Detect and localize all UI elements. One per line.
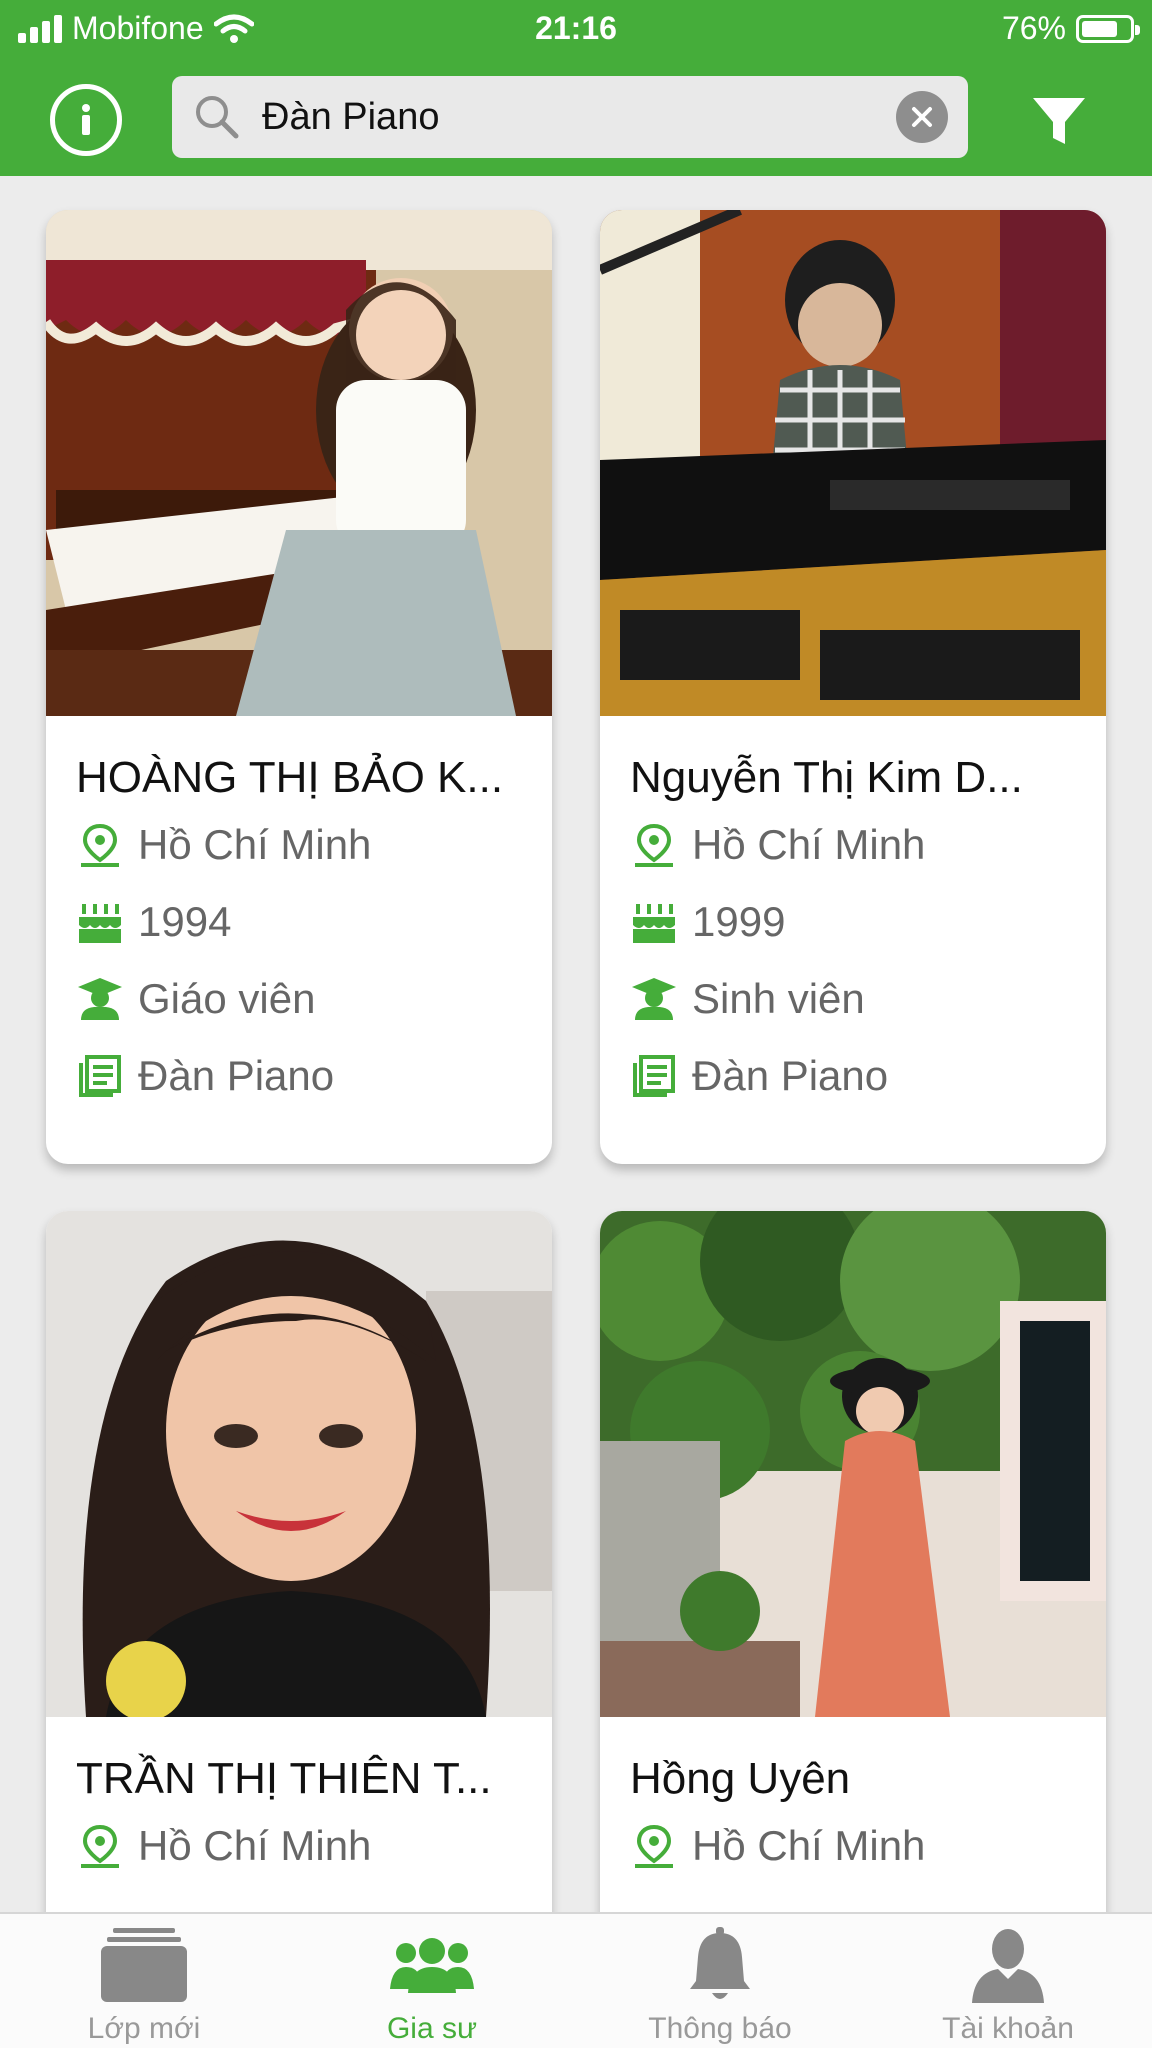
status-bar: Mobifone 21:16 76% (0, 0, 1152, 58)
info-icon (82, 104, 90, 135)
filter-icon (1033, 98, 1085, 144)
tutor-location: Hồ Chí Minh (692, 1821, 926, 1869)
tutor-name: Hồng Uyên (630, 1754, 851, 1803)
tutor-card[interactable]: TRẦN THỊ THIÊN T... Hồ Chí Minh (46, 1211, 552, 1971)
tutor-location: Hồ Chí Minh (138, 1821, 372, 1869)
location-icon (630, 821, 678, 869)
tab-bar: Lớp mới Gia sư Thông báo Tài khoản (0, 1912, 1152, 2048)
search-bar[interactable] (172, 76, 968, 158)
tutor-subject: Đàn Piano (138, 1051, 335, 1099)
tab-label: Tài khoản (942, 2012, 1074, 2045)
tutor-birth-year: 1994 (138, 897, 232, 945)
clear-icon (912, 107, 932, 127)
tutor-name: TRẦN THỊ THIÊN T... (76, 1754, 492, 1803)
tutors-icon (390, 1924, 474, 2006)
clear-search-button[interactable] (896, 91, 948, 143)
tutor-location: Hồ Chí Minh (692, 820, 926, 868)
info-button[interactable] (50, 84, 122, 156)
battery-level (1082, 20, 1117, 37)
tutor-card[interactable]: HOÀNG THỊ BẢO K... Hồ Chí Minh 1994 Giáo… (46, 210, 552, 1164)
cake-icon (630, 898, 678, 946)
subject-icon (76, 1052, 124, 1100)
search-icon (196, 96, 239, 139)
battery-icon (1076, 14, 1140, 43)
location-icon (76, 1822, 124, 1870)
bell-icon (688, 1924, 752, 2006)
subject-icon (630, 1052, 678, 1100)
tab-account[interactable]: Tài khoản (864, 1914, 1152, 2048)
tutor-occupation: Sinh viên (692, 974, 865, 1022)
tutor-info: Hồng Uyên Hồ Chí Minh (600, 1717, 1106, 1884)
search-input[interactable] (262, 76, 852, 158)
tab-notifications[interactable]: Thông báo (576, 1914, 864, 2048)
cake-icon (76, 898, 124, 946)
app-header: Mobifone 21:16 76% (0, 0, 1152, 176)
classes-icon (99, 1924, 189, 2006)
tutor-occupation-row: Sinh viên (630, 960, 1106, 1037)
tab-label: Lớp mới (87, 2012, 201, 2045)
tutor-location-row: Hồ Chí Minh (630, 806, 1106, 883)
tutor-photo (46, 210, 552, 716)
tutor-location-row: Hồ Chí Minh (76, 1807, 552, 1884)
status-right: 76% (1001, 10, 1140, 47)
tab-new-classes[interactable]: Lớp mới (0, 1914, 288, 2048)
tab-tutors[interactable]: Gia sư (288, 1914, 576, 2048)
tutor-info: TRẦN THỊ THIÊN T... Hồ Chí Minh (46, 1717, 552, 1884)
tutor-birth-year: 1999 (692, 897, 786, 945)
graduation-icon (76, 975, 124, 1023)
tutor-info: HOÀNG THỊ BẢO K... Hồ Chí Minh 1994 Giáo… (46, 716, 552, 1114)
tutor-photo (600, 210, 1106, 716)
tutor-name: HOÀNG THỊ BẢO K... (76, 753, 504, 802)
tutor-name: Nguyễn Thị Kim D... (630, 753, 1023, 802)
tutor-card[interactable]: Hồng Uyên Hồ Chí Minh (600, 1211, 1106, 1971)
tutor-subject-row: Đàn Piano (630, 1037, 1106, 1114)
tutor-info: Nguyễn Thị Kim D... Hồ Chí Minh 1999 Sin… (600, 716, 1106, 1114)
graduation-icon (630, 975, 678, 1023)
tutor-occupation: Giáo viên (138, 974, 316, 1022)
tutor-photo (46, 1211, 552, 1717)
location-icon (630, 1822, 678, 1870)
tutor-occupation-row: Giáo viên (76, 960, 552, 1037)
battery-percent: 76% (1001, 10, 1066, 46)
tutor-photo (600, 1211, 1106, 1717)
filter-button[interactable] (1030, 92, 1088, 150)
tab-label: Thông báo (648, 2012, 792, 2045)
tutor-card[interactable]: Nguyễn Thị Kim D... Hồ Chí Minh 1999 Sin… (600, 210, 1106, 1164)
status-time: 21:16 (535, 10, 617, 46)
tutor-location: Hồ Chí Minh (138, 820, 372, 868)
account-icon (970, 1924, 1046, 2006)
tutor-subject: Đàn Piano (692, 1051, 889, 1099)
tutor-location-row: Hồ Chí Minh (630, 1807, 1106, 1884)
tutor-birthyear-row: 1999 (630, 883, 1106, 960)
tutor-subject-row: Đàn Piano (76, 1037, 552, 1114)
location-icon (76, 821, 124, 869)
tutor-birthyear-row: 1994 (76, 883, 552, 960)
tutor-location-row: Hồ Chí Minh (76, 806, 552, 883)
tab-label: Gia sư (386, 2012, 478, 2045)
